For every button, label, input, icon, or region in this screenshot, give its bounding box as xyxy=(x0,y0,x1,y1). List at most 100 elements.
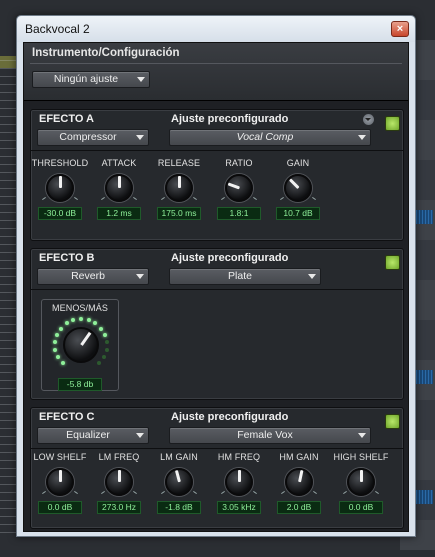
lm-freq-knob[interactable] xyxy=(101,468,137,496)
high-shelf-knob[interactable] xyxy=(343,468,379,496)
hm-gain-control[interactable]: HM GAIN 2.0 dB xyxy=(269,452,329,515)
mix-knob[interactable] xyxy=(63,327,99,363)
knob-label: HM FREQ xyxy=(217,452,261,462)
hm-gain-knob[interactable] xyxy=(281,468,317,496)
effect-c-section: EFECTO C Ajuste preconfigurado Equalizer… xyxy=(30,407,404,529)
effect-b-preset-title: Ajuste preconfigurado xyxy=(171,252,289,264)
close-button[interactable]: × xyxy=(391,21,409,37)
release-knob[interactable] xyxy=(161,174,197,202)
level-led xyxy=(56,355,61,360)
attack-value[interactable]: 1.2 ms xyxy=(97,207,141,220)
chevron-down-icon xyxy=(136,433,144,438)
ratio-knob[interactable] xyxy=(221,174,257,202)
effect-b-title: EFECTO B xyxy=(39,252,95,264)
chevron-down-icon xyxy=(308,274,316,279)
chevron-down-icon xyxy=(358,135,366,140)
gain-value[interactable]: 10.7 dB xyxy=(276,207,320,220)
hm-gain-value[interactable]: 2.0 dB xyxy=(277,501,321,514)
gain-control[interactable]: GAIN 10.7 dB xyxy=(268,158,328,221)
titlebar[interactable]: Backvocal 2 × xyxy=(17,16,415,42)
level-led xyxy=(64,321,69,326)
low-shelf-knob[interactable] xyxy=(42,468,78,496)
effect-a-title: EFECTO A xyxy=(39,113,95,125)
attack-control[interactable]: ATTACK 1.2 ms xyxy=(89,158,149,221)
level-led xyxy=(71,318,76,323)
effect-b-preset: Plate xyxy=(228,270,252,282)
effect-a-preset-title: Ajuste preconfigurado xyxy=(171,113,289,125)
effect-a-section: EFECTO A Ajuste preconfigurado Compresso… xyxy=(30,109,404,241)
level-led xyxy=(97,361,102,366)
threshold-control[interactable]: THRESHOLD -30.0 dB xyxy=(30,158,90,221)
lm-freq-value[interactable]: 273.0 Hz xyxy=(97,501,141,514)
low-shelf-value[interactable]: 0.0 dB xyxy=(38,501,82,514)
release-control[interactable]: RELEASE 175.0 ms xyxy=(149,158,209,221)
effect-a-enable-button[interactable] xyxy=(385,116,400,131)
divider xyxy=(31,448,403,449)
setting-value: Ningún ajuste xyxy=(53,73,119,85)
mix-knob-ring[interactable] xyxy=(52,316,110,374)
knob-label: LOW SHELF xyxy=(33,452,87,462)
hm-freq-knob[interactable] xyxy=(221,468,257,496)
gain-knob[interactable] xyxy=(280,174,316,202)
ratio-value[interactable]: 1.8:1 xyxy=(217,207,261,220)
preset-menu-icon[interactable] xyxy=(363,114,374,125)
threshold-knob[interactable] xyxy=(42,174,78,202)
plugin-panel: Instrumento/Configuración Ningún ajuste … xyxy=(23,42,409,532)
header-title: Instrumento/Configuración xyxy=(32,47,180,59)
mix-label: MENOS/MÁS xyxy=(52,303,108,313)
level-led xyxy=(58,326,63,331)
mix-control: MENOS/MÁS -5.8 db xyxy=(41,299,119,391)
lm-gain-control[interactable]: LM GAIN -1.8 dB xyxy=(149,452,209,515)
ratio-control[interactable]: RATIO 1.8:1 xyxy=(209,158,269,221)
mix-value[interactable]: -5.8 db xyxy=(58,378,102,391)
knob-label: THRESHOLD xyxy=(31,158,89,168)
setting-dropdown[interactable]: Ningún ajuste xyxy=(32,71,150,88)
threshold-value[interactable]: -30.0 dB xyxy=(38,207,82,220)
chevron-down-icon xyxy=(137,77,145,82)
chevron-down-icon xyxy=(136,274,144,279)
effect-c-title: EFECTO C xyxy=(39,411,95,423)
hm-freq-value[interactable]: 3.05 kHz xyxy=(217,501,261,514)
effect-b-preset-dropdown[interactable]: Plate xyxy=(169,268,321,285)
high-shelf-value[interactable]: 0.0 dB xyxy=(339,501,383,514)
level-led xyxy=(53,340,58,345)
divider xyxy=(31,289,403,290)
attack-knob[interactable] xyxy=(101,174,137,202)
level-led xyxy=(93,321,98,326)
effect-b-enable-button[interactable] xyxy=(385,255,400,270)
chevron-down-icon xyxy=(358,433,366,438)
knob-label: LM GAIN xyxy=(160,452,198,462)
plugin-header: Instrumento/Configuración Ningún ajuste xyxy=(24,43,408,101)
plugin-window: Backvocal 2 × Instrumento/Configuración … xyxy=(16,15,416,537)
release-value[interactable]: 175.0 ms xyxy=(157,207,201,220)
level-led xyxy=(79,317,83,321)
low-shelf-control[interactable]: LOW SHELF 0.0 dB xyxy=(30,452,90,515)
level-led xyxy=(104,348,109,353)
effect-c-enable-button[interactable] xyxy=(385,414,400,429)
level-led xyxy=(99,326,104,331)
level-led xyxy=(103,333,108,338)
hm-freq-control[interactable]: HM FREQ 3.05 kHz xyxy=(209,452,269,515)
knob-label: ATTACK xyxy=(101,158,137,168)
effect-c-preset-title: Ajuste preconfigurado xyxy=(171,411,289,423)
knob-label: RATIO xyxy=(225,158,253,168)
lm-gain-knob[interactable] xyxy=(161,468,197,496)
effect-c-type-dropdown[interactable]: Equalizer xyxy=(37,427,149,444)
effect-a-type-dropdown[interactable]: Compressor xyxy=(37,129,149,146)
effect-c-preset-dropdown[interactable]: Female Vox xyxy=(169,427,371,444)
knob-label: HIGH SHELF xyxy=(333,452,389,462)
level-led xyxy=(101,355,106,360)
lm-freq-control[interactable]: LM FREQ 273.0 Hz xyxy=(89,452,149,515)
divider xyxy=(31,150,403,151)
high-shelf-control[interactable]: HIGH SHELF 0.0 dB xyxy=(331,452,391,515)
effect-b-type-dropdown[interactable]: Reverb xyxy=(37,268,149,285)
lm-gain-value[interactable]: -1.8 dB xyxy=(157,501,201,514)
knob-label: RELEASE xyxy=(157,158,201,168)
window-title: Backvocal 2 xyxy=(25,22,90,36)
level-led xyxy=(54,333,59,338)
effect-a-preset-dropdown[interactable]: Vocal Comp xyxy=(169,129,371,146)
effect-c-preset: Female Vox xyxy=(237,429,293,441)
effect-b-section: EFECTO B Ajuste preconfigurado Reverb Pl… xyxy=(30,248,404,400)
level-led xyxy=(86,318,91,323)
level-led xyxy=(53,348,58,353)
